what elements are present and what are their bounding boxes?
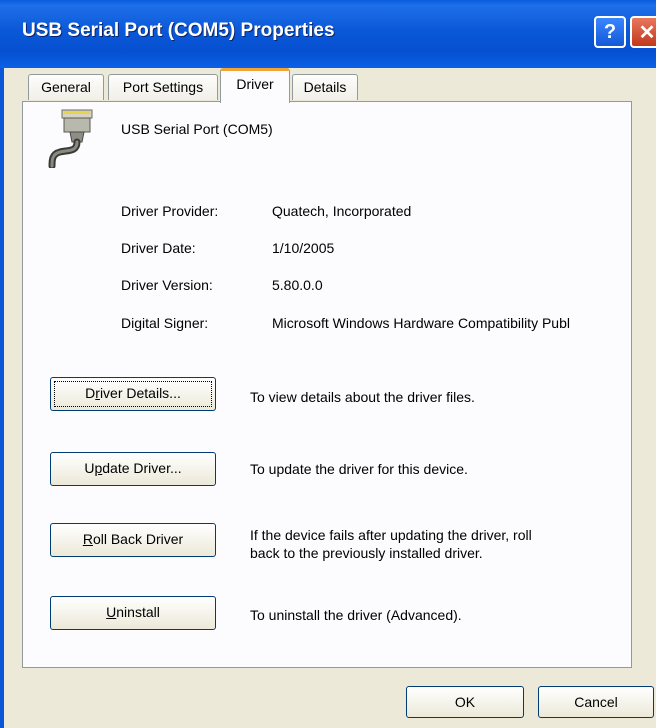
uninstall-button[interactable]: Uninstall xyxy=(50,596,216,630)
tab-driver[interactable]: Driver xyxy=(220,68,290,103)
driver-version-label: Driver Version: xyxy=(121,277,213,293)
driver-provider-value: Quatech, Incorporated xyxy=(272,203,412,219)
uninstall-accelerator: U xyxy=(106,604,117,620)
roll-back-label-post: oll Back Driver xyxy=(92,531,184,547)
close-icon: ✕ xyxy=(638,21,656,44)
help-icon: ? xyxy=(603,20,617,43)
uninstall-label-post: ninstall xyxy=(116,604,160,620)
digital-signer-label: Digital Signer: xyxy=(121,315,209,331)
help-button[interactable]: ? xyxy=(594,16,626,48)
driver-provider-label: Driver Provider: xyxy=(121,203,219,219)
roll-back-description-line-1: If the device fails after updating the d… xyxy=(250,527,532,543)
driver-details-label-pre: D xyxy=(85,385,96,401)
serial-port-connector-icon xyxy=(48,109,93,168)
close-button[interactable]: ✕ xyxy=(630,16,656,48)
update-driver-label-pre: U xyxy=(84,460,95,476)
driver-version-value: 5.80.0.0 xyxy=(272,277,323,293)
roll-back-description: If the device fails after updating the d… xyxy=(250,526,532,562)
cancel-button[interactable]: Cancel xyxy=(538,686,654,718)
driver-date-label: Driver Date: xyxy=(121,240,196,256)
driver-details-accelerator: r xyxy=(95,385,100,401)
roll-back-description-line-2: back to the previously installed driver. xyxy=(250,545,483,561)
update-driver-button[interactable]: Update Driver... xyxy=(50,452,216,486)
update-driver-description: To update the driver for this device. xyxy=(250,461,468,477)
device-name: USB Serial Port (COM5) xyxy=(121,121,273,137)
window-title: USB Serial Port (COM5) Properties xyxy=(22,20,335,41)
tab-general[interactable]: General xyxy=(28,74,104,100)
roll-back-driver-button[interactable]: Roll Back Driver xyxy=(50,523,216,557)
update-driver-label-post: date Driver... xyxy=(102,460,182,476)
title-bar[interactable]: USB Serial Port (COM5) Properties ? ✕ xyxy=(0,0,656,68)
uninstall-description: To uninstall the driver (Advanced). xyxy=(250,607,462,623)
ok-button[interactable]: OK xyxy=(406,686,524,718)
roll-back-accelerator: R xyxy=(82,531,93,547)
driver-details-description: To view details about the driver files. xyxy=(250,389,475,405)
driver-details-label-post: iver Details... xyxy=(99,385,181,401)
window-frame-edge xyxy=(0,68,4,728)
digital-signer-value: Microsoft Windows Hardware Compatibility… xyxy=(272,315,570,331)
tab-port-settings[interactable]: Port Settings xyxy=(108,74,218,100)
tab-details[interactable]: Details xyxy=(292,74,358,100)
driver-details-button[interactable]: Driver Details... xyxy=(50,377,216,411)
driver-date-value: 1/10/2005 xyxy=(272,240,335,256)
